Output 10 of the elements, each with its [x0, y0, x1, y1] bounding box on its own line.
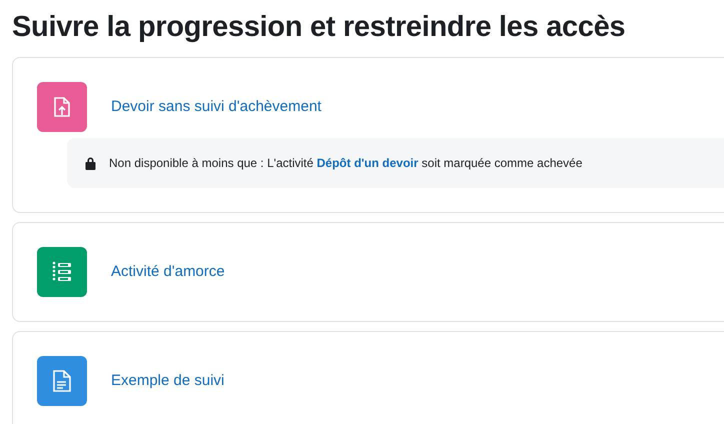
- document-icon: [53, 370, 71, 392]
- lock-icon: [85, 156, 96, 170]
- page-title: Suivre la progression et restreindre les accès: [11, 10, 626, 45]
- activity-link[interactable]: Exemple de suivi: [111, 370, 224, 392]
- activity-link[interactable]: Activité d'amorce: [111, 260, 225, 284]
- restriction-text: Non disponible à moins que : L'activité Dépôt d'un devoir soit marquée comme achevée: [109, 155, 582, 172]
- activity-link[interactable]: Dépôt d'un devoir: [316, 156, 418, 170]
- file-upload-icon: [54, 97, 70, 117]
- list-icon: [52, 261, 72, 283]
- activity-link[interactable]: Devoir sans suivi d'achèvement: [111, 96, 322, 118]
